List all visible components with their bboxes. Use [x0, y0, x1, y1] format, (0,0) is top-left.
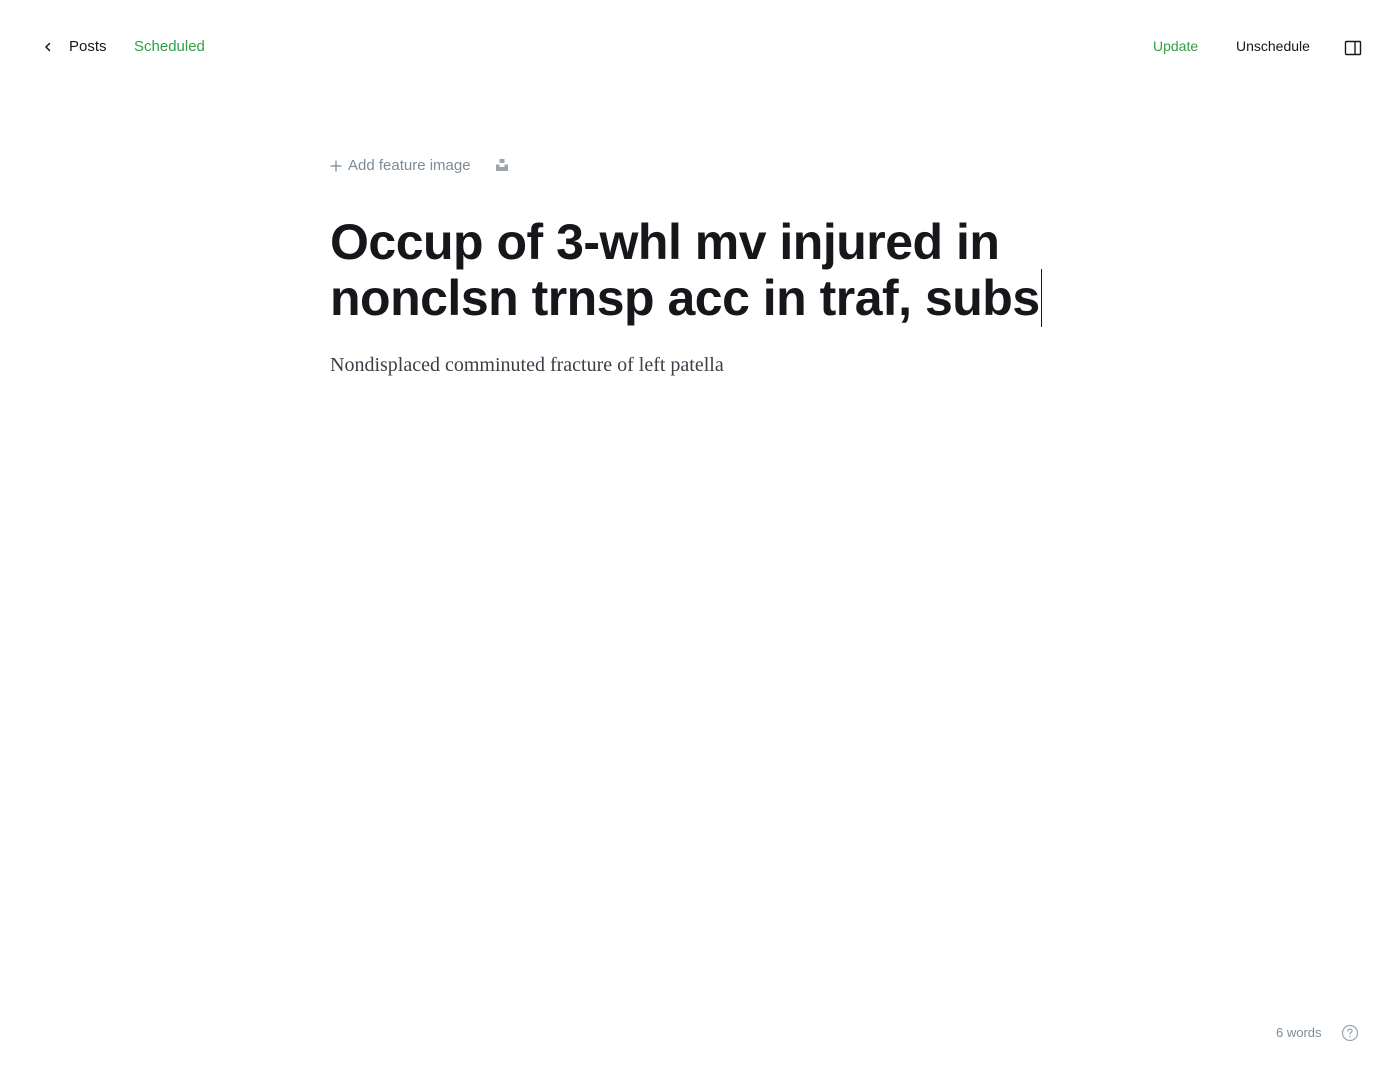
sidebar-toggle-icon[interactable]: [1344, 39, 1362, 57]
post-editor-page: Posts Scheduled Update Unschedule Add fe…: [0, 0, 1400, 1080]
post-title-text: Occup of 3-whl mv injured in nonclsn trn…: [330, 214, 1040, 326]
add-feature-image-button[interactable]: Add feature image: [330, 157, 471, 174]
word-count: 6 words: [1276, 1025, 1322, 1040]
help-icon[interactable]: [1341, 1024, 1359, 1042]
update-button[interactable]: Update: [1153, 36, 1198, 56]
post-status-label: Scheduled: [134, 38, 205, 55]
post-title[interactable]: Occup of 3-whl mv injured in nonclsn trn…: [330, 216, 1050, 327]
post-body-paragraph[interactable]: Nondisplaced comminuted fracture of left…: [330, 351, 1070, 379]
add-feature-image-label: Add feature image: [348, 156, 471, 174]
chevron-left-icon[interactable]: [40, 39, 56, 55]
editor-header: Posts Scheduled Update Unschedule: [0, 0, 1400, 94]
plus-icon: [330, 159, 342, 172]
post-editor: Add feature image Occup of 3-whl mv inju…: [330, 150, 1070, 379]
unschedule-button[interactable]: Unschedule: [1236, 36, 1310, 56]
unsplash-icon[interactable]: [495, 158, 509, 172]
feature-image-row: Add feature image: [330, 150, 1070, 180]
text-cursor: [1040, 269, 1043, 327]
back-to-posts-link[interactable]: Posts: [69, 37, 107, 57]
